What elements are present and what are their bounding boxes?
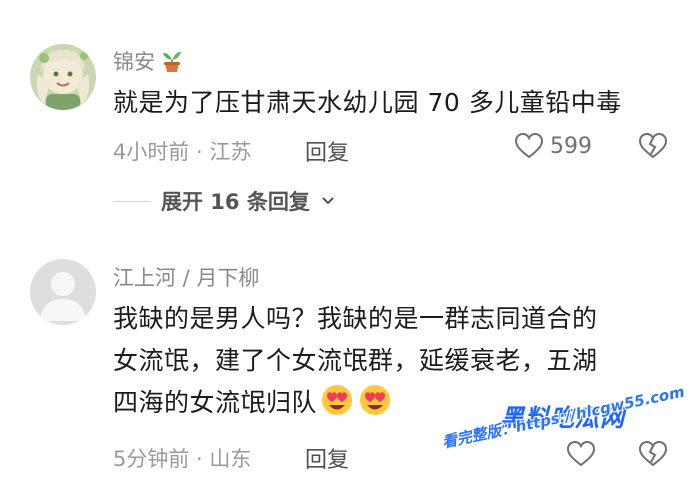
watermark-url-prefix: 看完整版： bbox=[440, 418, 518, 452]
comment-text-line: 女流氓，建了个女流氓群，延缓衰老，五湖 bbox=[113, 346, 598, 375]
heart-eyes-emoji bbox=[319, 383, 355, 430]
watermark: 黑料吃瓜网 看完整版：https://hlcgw55.com bbox=[440, 383, 695, 498]
comment-text-line: 我缺的是男人吗？我缺的是一群志同道合的 bbox=[113, 304, 598, 333]
comment-meta: 5分钟前 · 山东 bbox=[113, 447, 252, 471]
avatar[interactable] bbox=[30, 259, 96, 325]
username-text: 江上河 / 月下柳 bbox=[113, 266, 260, 290]
heart-eyes-emoji bbox=[357, 383, 393, 430]
default-avatar-icon bbox=[30, 259, 96, 325]
reply-button[interactable]: 回复 bbox=[305, 442, 349, 474]
comment-text-line3: 四海的女流氓归队 bbox=[113, 388, 318, 417]
comment-username[interactable]: 江上河 / 月下柳 bbox=[113, 262, 259, 292]
